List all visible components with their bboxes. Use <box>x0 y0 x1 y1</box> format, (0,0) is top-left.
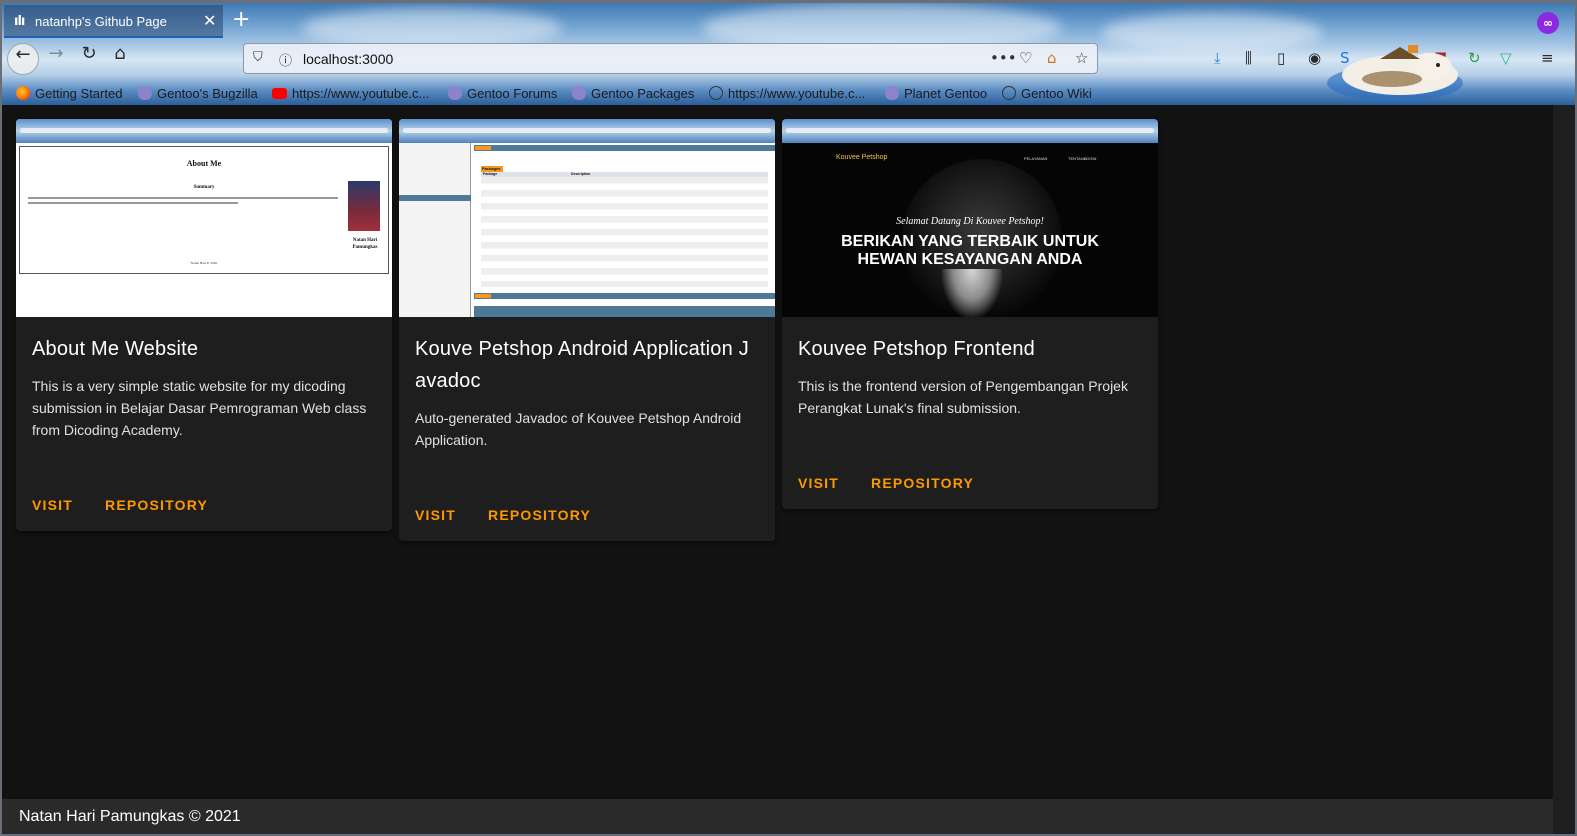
bookmark-label: https://www.youtube.c... <box>292 85 430 101</box>
bookmark-planet-gentoo[interactable]: Planet Gentoo <box>885 84 987 102</box>
screenshot-heading: About Me <box>186 159 222 168</box>
screenshot-browser-chrome <box>782 119 1158 143</box>
new-tab-button[interactable]: + <box>232 7 250 32</box>
bookmarks-toolbar: Getting Started Gentoo's Bugzilla https:… <box>2 81 1575 105</box>
bookmark-label: Gentoo's Bugzilla <box>157 85 258 101</box>
screenshot-browser-chrome <box>399 119 775 143</box>
screenshot-sidebar <box>399 143 471 317</box>
gentoo-icon <box>885 86 899 100</box>
screenshot-headline: BERIKAN YANG TERBAIK UNTUK HEWAN KESAYAN… <box>841 233 1099 268</box>
sidebar-icon[interactable]: ▯ <box>1277 49 1285 67</box>
home-button[interactable]: ⌂ <box>104 43 136 75</box>
browser-window: ılı natanhp's Github Page ✕ + ∞ ← → ↻ ⌂ … <box>0 0 1577 836</box>
globe-icon <box>1002 86 1016 100</box>
screenshot-subheading: Summary <box>193 185 215 190</box>
browser-chrome: ılı natanhp's Github Page ✕ + ∞ ← → ↻ ⌂ … <box>2 3 1575 105</box>
screenshot-navbar <box>474 145 775 151</box>
bookmark-label: Planet Gentoo <box>904 85 988 101</box>
tracking-shield-icon[interactable]: ⛉ <box>253 50 263 65</box>
bookmark-label: Gentoo Forums <box>467 85 558 101</box>
screenshot-nav-3: LOGIN <box>1084 156 1097 161</box>
page-actions-icon[interactable]: ••• <box>990 49 1017 67</box>
card-actions: VISIT REPOSITORY <box>399 489 607 541</box>
repository-button[interactable]: REPOSITORY <box>97 487 216 523</box>
tab-title: natanhp's Github Page <box>35 14 167 29</box>
gentoo-icon <box>448 86 462 100</box>
card-actions: VISIT REPOSITORY <box>782 457 990 509</box>
forward-button[interactable]: → <box>40 43 72 75</box>
screenshot-welcome: Selamat Datang Di Kouvee Petshop! <box>896 216 1044 227</box>
url-text[interactable]: localhost:3000 <box>303 51 393 67</box>
page-footer: Natan Hari Pamungkas © 2021 <box>2 799 1553 834</box>
youtube-icon <box>272 87 287 99</box>
address-bar[interactable]: ⛉ ⓘ localhost:3000 ••• ♡ ⌂ ☆ <box>243 43 1098 74</box>
back-button[interactable]: ← <box>7 43 39 75</box>
tab-favicon-icon: ılı <box>14 14 25 29</box>
site-info-icon[interactable]: ⓘ <box>279 50 292 69</box>
bookmark-label: Getting Started <box>35 85 123 101</box>
bookmark-gentoo-packages[interactable]: Gentoo Packages <box>572 84 694 102</box>
scrollbar[interactable] <box>1553 105 1575 834</box>
bookmark-gentoo-wiki[interactable]: Gentoo Wiki <box>1002 84 1092 102</box>
private-browsing-icon: ∞ <box>1537 12 1559 34</box>
browser-tab[interactable]: ılı natanhp's Github Page ✕ <box>4 5 223 38</box>
bookmark-label: https://www.youtube.c... <box>728 85 866 101</box>
screenshot-footer: Natan Hari P. 2020 <box>190 261 218 265</box>
project-card-about-me: About Me Summary Natan Hari Pamungkas Na… <box>16 119 392 531</box>
bookmark-gentoo-bugzilla[interactable]: Gentoo's Bugzilla <box>138 84 258 102</box>
card-title: Kouvee Petshop Frontend <box>798 338 1035 360</box>
vue-devtools-icon[interactable]: ▽ <box>1500 49 1512 67</box>
card-description: Auto-generated Javadoc of Kouvee Petshop… <box>415 410 742 448</box>
globe-icon <box>709 86 723 100</box>
bookmark-label: Gentoo Packages <box>591 85 695 101</box>
page-content: About Me Summary Natan Hari Pamungkas Na… <box>2 105 1553 799</box>
screenshot-package-list <box>481 177 768 287</box>
gentoo-icon <box>138 86 152 100</box>
card-actions: VISIT REPOSITORY <box>16 479 224 531</box>
repository-button[interactable]: REPOSITORY <box>863 465 982 501</box>
visit-button[interactable]: VISIT <box>407 497 464 533</box>
menu-icon[interactable]: ≡ <box>1541 49 1554 67</box>
bookmark-gentoo-forums[interactable]: Gentoo Forums <box>448 84 557 102</box>
repository-button[interactable]: REPOSITORY <box>480 497 599 533</box>
close-tab-icon[interactable]: ✕ <box>203 11 216 30</box>
bookmark-getting-started[interactable]: Getting Started <box>16 84 122 102</box>
library-icon[interactable]: ⫼ <box>1245 49 1252 67</box>
visit-button[interactable]: VISIT <box>24 487 81 523</box>
gentoo-icon <box>572 86 586 100</box>
screenshot-nav-1: PELAYANAN <box>1024 156 1048 161</box>
screenshot-name: Natan Hari Pamungkas <box>352 238 378 250</box>
bookmark-star-icon[interactable]: ☆ <box>1075 49 1088 67</box>
downloads-icon[interactable]: ⤓ <box>1214 49 1221 67</box>
card-title: Kouve Petshop Android Application Javado… <box>415 338 749 392</box>
project-screenshot: Kouvee Petshop PELAYANAN TENTANG LOGIN S… <box>782 119 1158 317</box>
bookmark-label: Gentoo Wiki <box>1021 85 1092 101</box>
screenshot-brand: Kouvee Petshop <box>836 154 888 161</box>
project-screenshot: Packages Package Description <box>399 119 775 317</box>
bookmark-youtube-2[interactable]: https://www.youtube.c... <box>709 84 865 102</box>
firefox-icon <box>16 86 30 100</box>
home-bookmark-icon[interactable]: ⌂ <box>1047 49 1057 67</box>
pocket-icon[interactable]: ♡ <box>1019 49 1032 67</box>
project-screenshot: About Me Summary Natan Hari Pamungkas Na… <box>16 119 392 317</box>
card-title: About Me Website <box>32 338 199 360</box>
profile-photo <box>348 181 380 231</box>
bookmark-youtube[interactable]: https://www.youtube.c... <box>272 84 429 102</box>
project-card-javadoc: Packages Package Description Kouve Petsh… <box>399 119 775 541</box>
card-description: This is a very simple static website for… <box>32 378 367 438</box>
reload-button[interactable]: ↻ <box>73 43 105 75</box>
visit-button[interactable]: VISIT <box>790 465 847 501</box>
card-description: This is the frontend version of Pengemba… <box>798 378 1128 416</box>
screenshot-browser-chrome <box>16 119 392 143</box>
project-card-frontend: Kouvee Petshop PELAYANAN TENTANG LOGIN S… <box>782 119 1158 509</box>
screenshot-frame: About Me Summary Natan Hari Pamungkas <box>19 146 389 274</box>
